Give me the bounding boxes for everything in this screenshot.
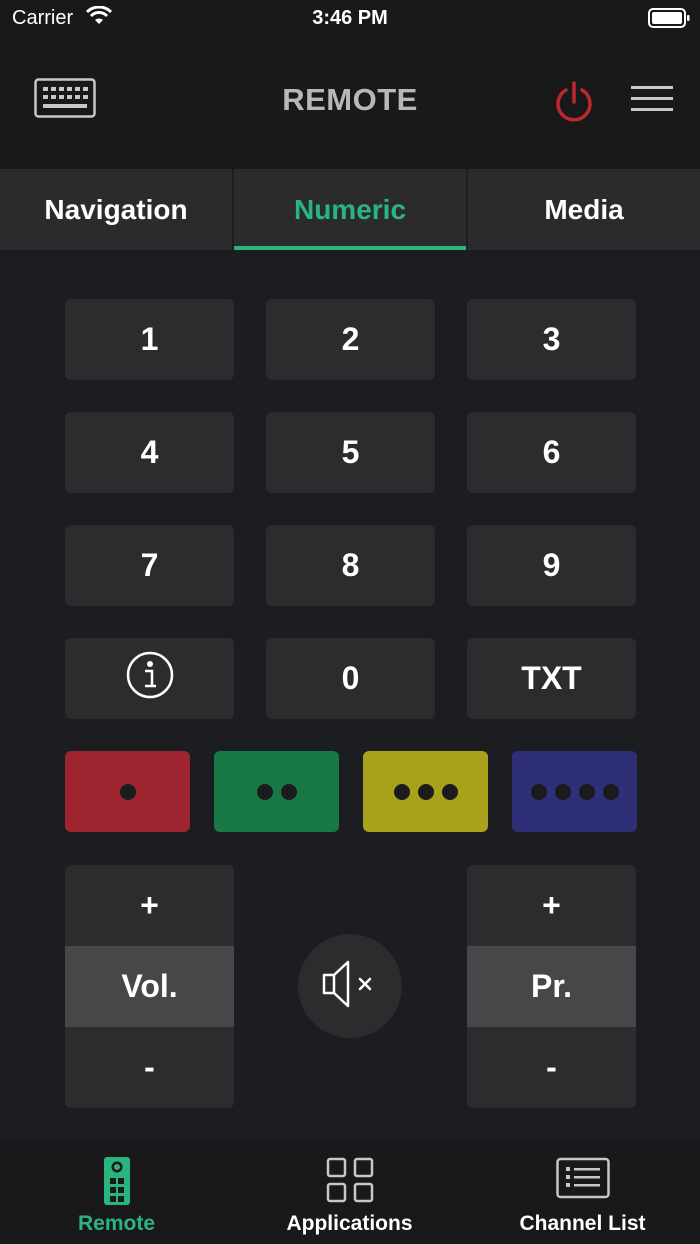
tabbar-remote[interactable]: Remote [0,1140,233,1244]
remote-icon [0,1156,233,1206]
dot-icon [441,783,458,800]
tabbar-remote-label: Remote [77,1212,156,1235]
key-9[interactable]: 9 [467,525,636,606]
yellow-button[interactable] [363,751,488,832]
dot-icon [530,783,547,800]
info-button[interactable] [65,638,234,719]
channel-list-icon [466,1156,699,1200]
mode-tabs: Navigation Numeric Media [0,169,700,250]
green-button[interactable] [214,751,339,832]
volume-rocker: + Vol. - [65,865,234,1108]
tabbar-applications[interactable]: Applications [233,1140,466,1244]
clock: 3:46 PM [312,7,388,29]
bottom-tab-bar: Remote Applications Channel List [0,1140,700,1244]
dot-icon [578,783,595,800]
key-6[interactable]: 6 [467,412,636,493]
dot-icon [417,783,434,800]
dot-icon [256,783,273,800]
dot-icon [280,783,297,800]
mute-icon [320,956,380,1017]
key-7[interactable]: 7 [65,525,234,606]
power-icon[interactable] [551,80,597,131]
program-down-button[interactable]: - [467,1027,636,1108]
red-button[interactable] [65,751,190,832]
program-label: Pr. [467,946,636,1027]
hamburger-menu-icon[interactable] [631,86,673,117]
dot-icon [393,783,410,800]
dot-icon [119,783,136,800]
program-up-button[interactable]: + [467,865,636,946]
tab-numeric[interactable]: Numeric [234,169,468,250]
volume-label: Vol. [65,946,234,1027]
status-bar: Carrier 3:46 PM [0,0,700,36]
tabbar-applications-label: Applications [286,1212,413,1235]
key-8[interactable]: 8 [266,525,435,606]
tabbar-channel-list[interactable]: Channel List [466,1140,699,1244]
key-4[interactable]: 4 [65,412,234,493]
key-2[interactable]: 2 [266,299,435,380]
tab-media[interactable]: Media [468,169,700,250]
apps-grid-icon [233,1156,466,1204]
volume-up-button[interactable]: + [65,865,234,946]
program-rocker: + Pr. - [467,865,636,1108]
app-header: REMOTE [0,36,700,169]
dot-icon [602,783,619,800]
tab-navigation[interactable]: Navigation [0,169,234,250]
key-0[interactable]: 0 [266,638,435,719]
dot-icon [554,783,571,800]
battery-icon [648,8,690,33]
txt-button[interactable]: TXT [467,638,636,719]
info-icon [125,650,175,708]
key-1[interactable]: 1 [65,299,234,380]
volume-down-button[interactable]: - [65,1027,234,1108]
key-3[interactable]: 3 [467,299,636,380]
blue-button[interactable] [512,751,637,832]
tabbar-channel-list-label: Channel List [519,1212,646,1235]
key-5[interactable]: 5 [266,412,435,493]
mute-button[interactable] [298,934,402,1038]
